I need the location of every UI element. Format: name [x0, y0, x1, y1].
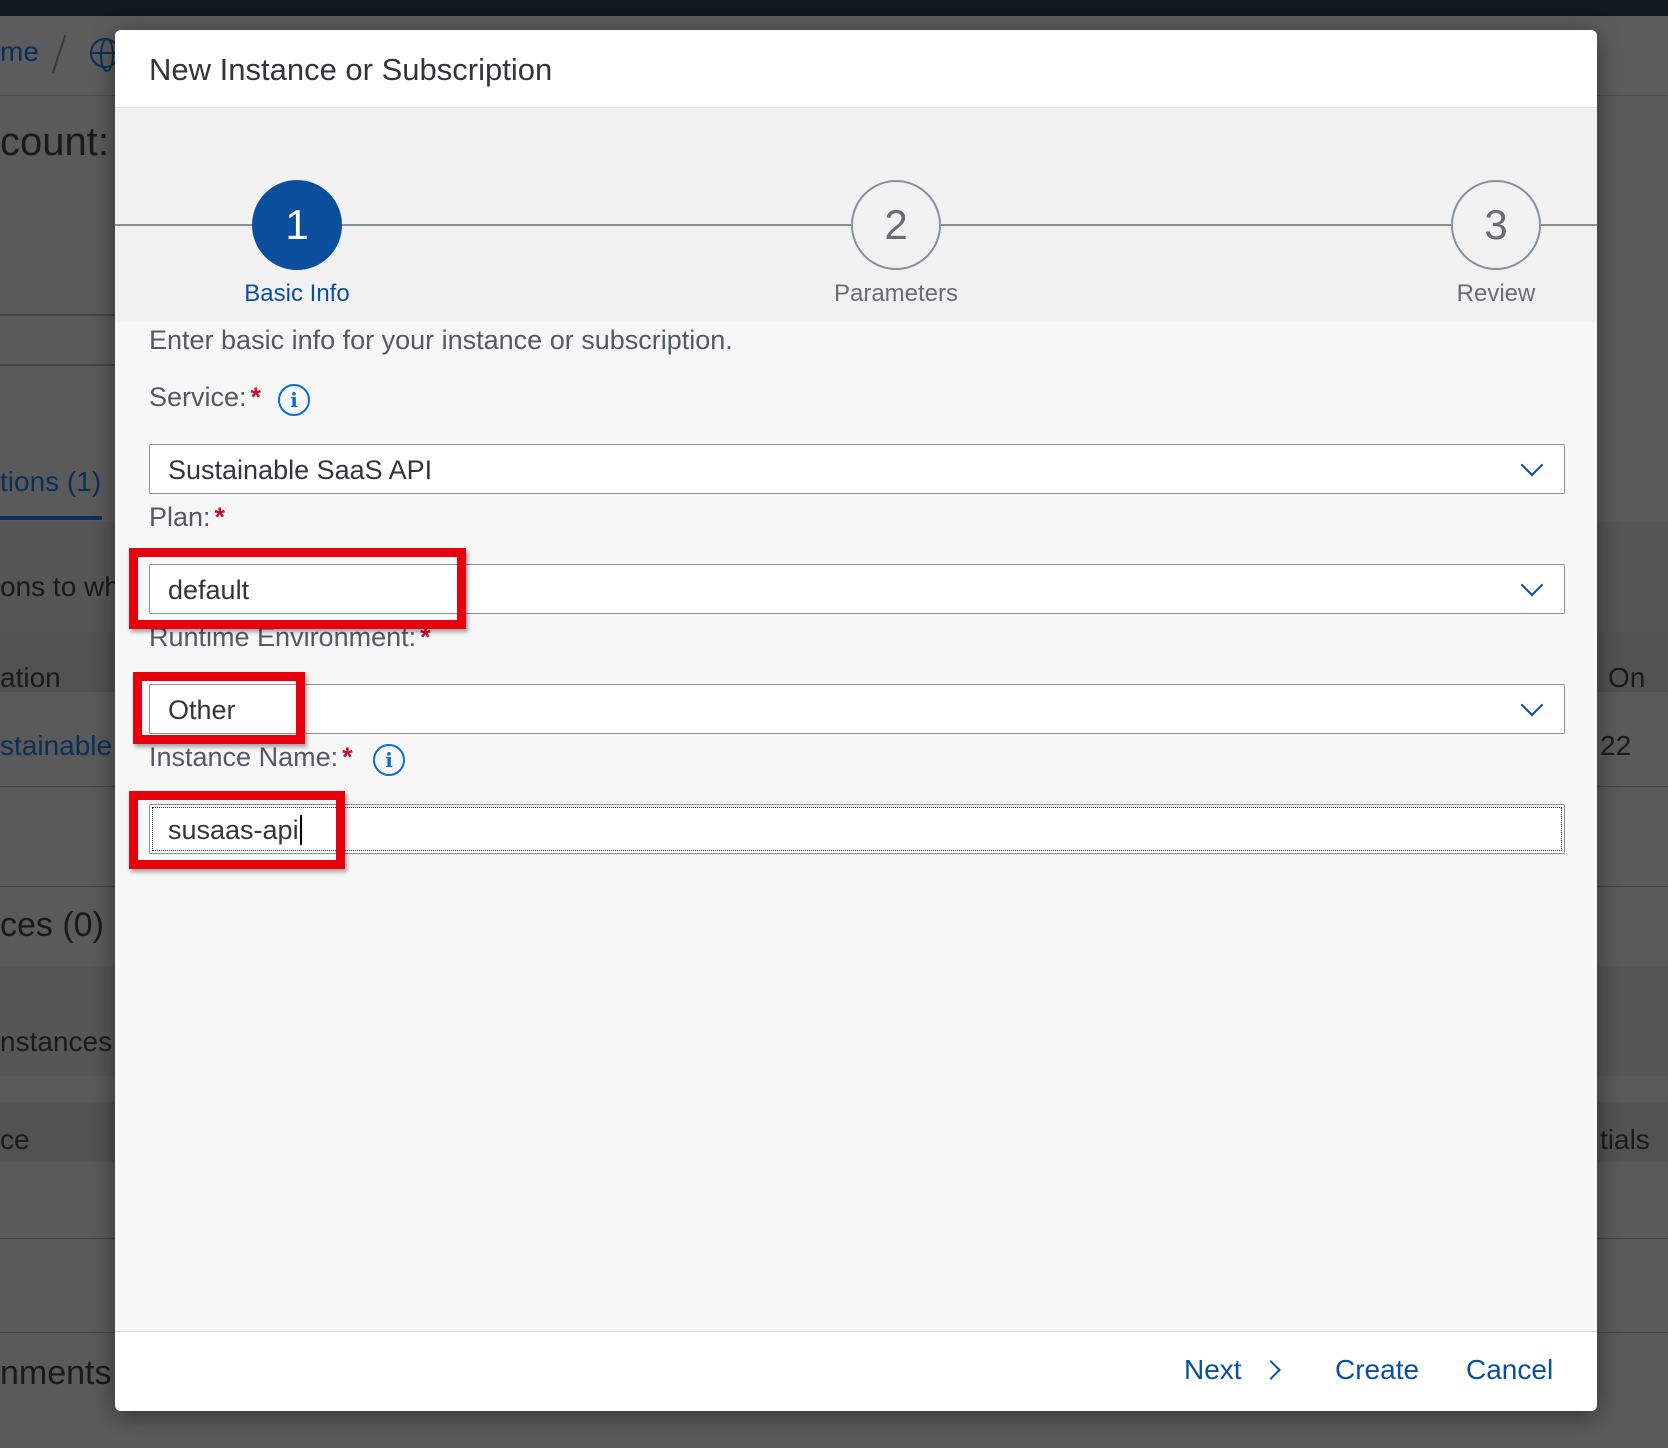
wizard-step-parameters[interactable]: 2 Parameters — [816, 180, 976, 308]
runtime-select-value: Other — [168, 695, 236, 725]
bg-description: ons to wh — [0, 571, 120, 602]
bg-tab-subscriptions[interactable]: tions (1) — [0, 466, 101, 498]
instance-name-text: susaas-api — [168, 815, 299, 845]
dialog-header: New Instance or Subscription — [115, 30, 1597, 108]
bg-breadcrumb-home[interactable]: me — [0, 36, 39, 68]
service-label-text: Service: — [149, 382, 247, 412]
new-instance-dialog: New Instance or Subscription 1 Basic Inf… — [115, 30, 1597, 1411]
bg-section-heading: nments — [0, 1354, 112, 1392]
instance-name-label: Instance Name: * — [149, 742, 353, 773]
required-marker: * — [250, 382, 262, 412]
bg-divider — [0, 314, 115, 316]
instance-name-value: susaas-api — [168, 815, 302, 846]
info-icon[interactable]: i — [278, 384, 310, 416]
plan-label-text: Plan: — [149, 502, 211, 532]
service-select-value: Sustainable SaaS API — [168, 455, 433, 485]
runtime-environment-select[interactable]: Other — [149, 684, 1565, 734]
service-label: Service: * — [149, 382, 261, 413]
bg-section-heading: ces (0) — [0, 906, 104, 944]
bg-divider — [0, 364, 115, 366]
plan-label: Plan: * — [149, 502, 225, 533]
bg-description: nstances c — [0, 1026, 134, 1057]
step-label: Review — [1456, 280, 1536, 307]
wizard-step-basic-info[interactable]: 1 Basic Info — [217, 180, 377, 308]
plan-select-value: default — [168, 575, 250, 605]
next-button[interactable]: Next — [1184, 1354, 1281, 1386]
chevron-right-icon — [1260, 1360, 1281, 1380]
instance-name-label-text: Instance Name: — [149, 742, 339, 772]
step-label: Parameters — [833, 280, 959, 307]
create-button[interactable]: Create — [1335, 1354, 1419, 1386]
required-marker: * — [214, 502, 226, 532]
dialog-title: New Instance or Subscription — [149, 52, 553, 87]
step-label: Basic Info — [244, 280, 350, 307]
form-intro-text: Enter basic info for your instance or su… — [149, 325, 733, 355]
wizard-progress: 1 Basic Info 2 Parameters 3 Review — [115, 108, 1597, 322]
info-icon[interactable]: i — [373, 744, 405, 776]
bg-column-header: ce — [0, 1124, 30, 1155]
bg-column-header: ation — [0, 662, 61, 693]
chevron-down-icon[interactable] — [1520, 453, 1544, 477]
bg-page-heading: count: — [0, 120, 109, 164]
step-number: 3 — [1451, 180, 1541, 270]
step-number: 2 — [851, 180, 941, 270]
text-cursor — [299, 815, 302, 845]
wizard-step-review[interactable]: 3 Review — [1416, 180, 1576, 308]
bg-row-date: 22 — [1600, 730, 1632, 761]
plan-select[interactable]: default — [149, 564, 1565, 614]
required-marker: * — [342, 742, 353, 772]
shell-top-bar — [0, 0, 1668, 16]
chevron-down-icon[interactable] — [1520, 573, 1544, 597]
runtime-label-text: Runtime Environment: — [149, 622, 417, 652]
bg-column-header-right: On — [1608, 662, 1646, 693]
runtime-environment-label: Runtime Environment: * — [149, 622, 431, 653]
bg-tab-indicator — [0, 516, 102, 520]
cancel-button[interactable]: Cancel — [1466, 1354, 1553, 1386]
required-marker: * — [420, 622, 431, 652]
instance-name-input[interactable]: susaas-api — [149, 804, 1565, 854]
dialog-footer: Next Create Cancel — [115, 1331, 1597, 1411]
bg-row-link[interactable]: stainable — [0, 730, 112, 762]
service-select[interactable]: Sustainable SaaS API — [149, 444, 1565, 494]
bg-column-header-right: tials — [1600, 1124, 1650, 1155]
chevron-down-icon[interactable] — [1520, 693, 1544, 717]
next-button-label: Next — [1184, 1354, 1242, 1385]
step-number: 1 — [252, 180, 342, 270]
